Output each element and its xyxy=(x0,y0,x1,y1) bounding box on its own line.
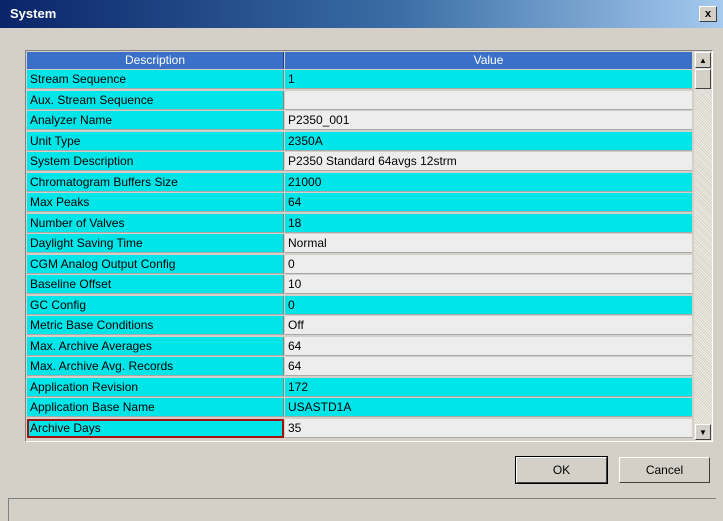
table-row[interactable]: Number of Valves 18 xyxy=(27,213,692,235)
table-row[interactable]: Analyzer Name P2350_001 xyxy=(27,111,692,132)
scroll-up-icon[interactable]: ▲ xyxy=(695,52,711,68)
table-row[interactable]: GC Config 0 xyxy=(27,295,692,317)
row-description[interactable]: Unit Type xyxy=(27,131,284,151)
window-title: System xyxy=(10,6,57,21)
column-header-description[interactable]: Description xyxy=(27,52,284,69)
vertical-scrollbar[interactable]: ▲ ▼ xyxy=(694,51,712,441)
row-description[interactable]: Application Base Name xyxy=(27,398,284,417)
row-value[interactable]: 64 xyxy=(285,193,692,212)
row-description[interactable]: Baseline Offset xyxy=(27,275,284,294)
row-description[interactable]: Application Revision xyxy=(27,377,284,397)
row-value[interactable]: P2350 Standard 64avgs 12strm xyxy=(285,152,692,171)
cancel-button[interactable]: Cancel xyxy=(619,457,710,483)
row-value[interactable]: Normal xyxy=(285,234,692,253)
row-value[interactable]: 35 xyxy=(285,418,692,438)
row-value[interactable]: USASTD1A xyxy=(285,398,692,417)
row-description[interactable]: Metric Base Conditions xyxy=(27,316,284,335)
scroll-thumb[interactable] xyxy=(695,69,711,89)
column-header-value[interactable]: Value xyxy=(285,52,692,69)
row-description[interactable]: Max Peaks xyxy=(27,193,284,212)
table-row[interactable]: Max. Archive Averages 64 xyxy=(27,336,692,358)
table-row[interactable]: Max Peaks 64 xyxy=(27,193,692,214)
row-description[interactable]: Stream Sequence xyxy=(27,70,284,89)
table-row[interactable]: Application Revision 172 xyxy=(27,377,692,399)
row-value[interactable] xyxy=(285,90,692,110)
table-row[interactable]: CGM Analog Output Config 0 xyxy=(27,254,692,276)
scroll-down-icon[interactable]: ▼ xyxy=(695,424,711,440)
row-value[interactable]: 64 xyxy=(285,336,692,356)
row-value[interactable]: 1 xyxy=(285,70,692,89)
row-description[interactable]: Chromatogram Buffers Size xyxy=(27,172,284,192)
row-description[interactable]: System Description xyxy=(27,152,284,171)
table-row[interactable]: Unit Type 2350A xyxy=(27,131,692,153)
row-description[interactable]: GC Config xyxy=(27,295,284,315)
row-description[interactable]: Number of Valves xyxy=(27,213,284,233)
row-description[interactable]: Archive Days xyxy=(27,418,284,438)
table-body: Stream Sequence 1 Aux. Stream Sequence Anal… xyxy=(27,70,692,439)
row-value[interactable]: 18 xyxy=(285,213,692,233)
row-description[interactable]: Max. Archive Averages xyxy=(27,336,284,356)
row-value[interactable]: 21000 xyxy=(285,172,692,192)
table-row[interactable]: Stream Sequence 1 xyxy=(27,70,692,91)
system-property-grid: Description Value Stream Sequence 1 Aux. S… xyxy=(25,50,713,442)
row-description[interactable]: Max. Archive Avg. Records xyxy=(27,357,284,376)
title-bar[interactable]: System x xyxy=(0,0,723,28)
ok-button[interactable]: OK xyxy=(515,456,608,484)
row-description[interactable]: Daylight Saving Time xyxy=(27,234,284,253)
table-row[interactable]: System Description P2350 Standard 64avgs … xyxy=(27,152,692,173)
table-row[interactable]: Metric Base Conditions Off xyxy=(27,316,692,337)
table-row[interactable]: Archive Days 35 xyxy=(27,418,692,440)
table-row[interactable]: Chromatogram Buffers Size 21000 xyxy=(27,172,692,194)
row-value[interactable]: 10 xyxy=(285,275,692,294)
grid-viewport: Description Value Stream Sequence 1 Aux. S… xyxy=(26,51,692,441)
status-bar xyxy=(8,498,716,521)
system-dialog: System x Description Value Stream Sequen… xyxy=(0,0,723,521)
close-button[interactable]: x xyxy=(699,6,717,22)
row-value[interactable]: 0 xyxy=(285,295,692,315)
table-row[interactable]: Aux. Stream Sequence xyxy=(27,90,692,112)
row-description[interactable]: CGM Analog Output Config xyxy=(27,254,284,274)
table-row[interactable]: Max. Archive Avg. Records 64 xyxy=(27,357,692,378)
row-description[interactable]: Analyzer Name xyxy=(27,111,284,130)
row-value[interactable]: 172 xyxy=(285,377,692,397)
row-value[interactable]: 64 xyxy=(285,357,692,376)
table-row[interactable]: Baseline Offset 10 xyxy=(27,275,692,296)
row-value[interactable]: Off xyxy=(285,316,692,335)
table-row[interactable]: Application Base Name USASTD1A xyxy=(27,398,692,419)
table-row[interactable]: Daylight Saving Time Normal xyxy=(27,234,692,255)
row-description[interactable]: Aux. Stream Sequence xyxy=(27,90,284,110)
row-value[interactable]: P2350_001 xyxy=(285,111,692,130)
row-value[interactable]: 0 xyxy=(285,254,692,274)
row-value[interactable]: 2350A xyxy=(285,131,692,151)
